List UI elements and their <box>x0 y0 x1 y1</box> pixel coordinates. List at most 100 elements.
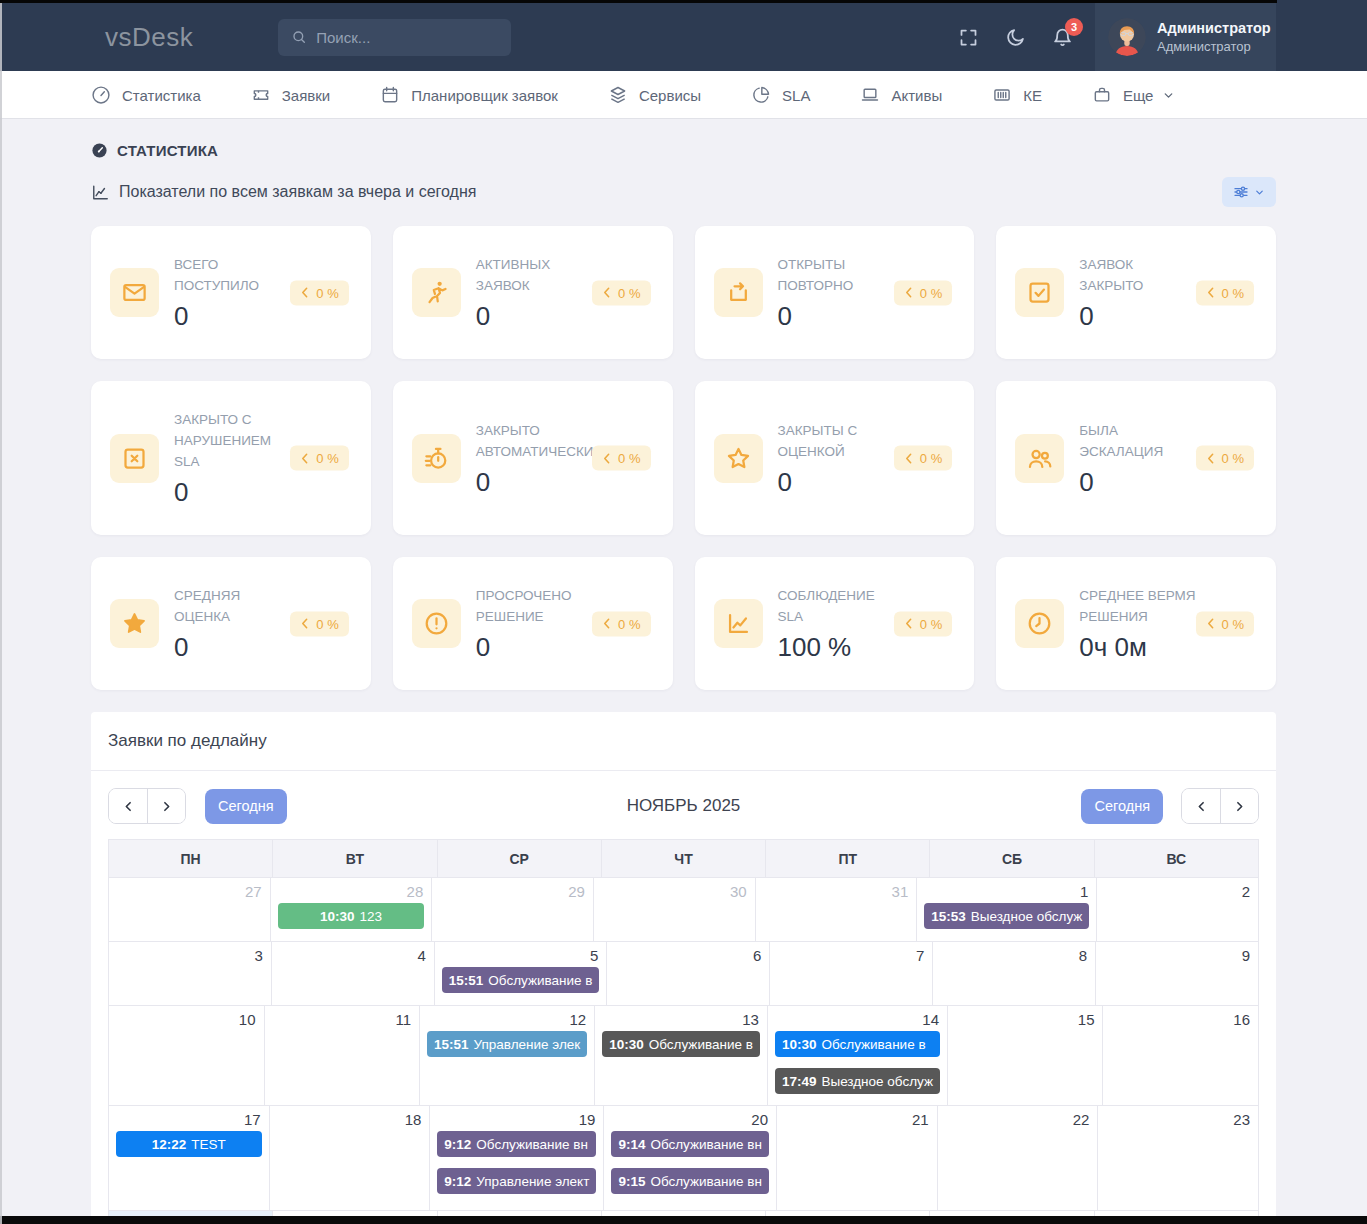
menu-item-more[interactable]: Еще <box>1092 85 1176 105</box>
calendar-event[interactable]: 10:30123 <box>278 903 425 929</box>
calendar-day-cell[interactable]: 10 <box>109 1006 265 1106</box>
day-number: 2 <box>1097 878 1258 903</box>
check-square-icon <box>1015 268 1064 317</box>
stat-card-value: 0 <box>1079 467 1254 497</box>
section-title-row: СТАТИСТИКА <box>91 142 1276 159</box>
calendar-event[interactable]: 17:49Выездное обслуж <box>775 1068 940 1094</box>
calendar-day-cell[interactable]: 2 <box>1097 878 1259 942</box>
calendar-day-cell[interactable]: 1410:30Обслуживание в17:49Выездное обслу… <box>768 1006 948 1106</box>
delta-value: 0 % <box>618 616 640 631</box>
search-input[interactable] <box>316 29 498 46</box>
calendar-day-cell[interactable]: 23 <box>1098 1106 1259 1211</box>
calendar-day-cell[interactable]: 18 <box>270 1106 431 1211</box>
calendar-day-cell[interactable]: 7 <box>770 942 933 1006</box>
calendar-event[interactable]: 9:12Обслуживание вн <box>437 1131 596 1157</box>
menu-item-tickets[interactable]: Заявки <box>251 85 330 105</box>
calendar-week-row: 34515:51Обслуживание в6789 <box>109 942 1259 1006</box>
calendar-day-cell[interactable]: 31 <box>756 878 918 942</box>
calendar-day-cell[interactable]: 2810:30123 <box>271 878 433 942</box>
app-logo[interactable]: vsDesk <box>105 22 193 53</box>
chevron-left-icon <box>602 452 611 464</box>
stat-card-delta-badge: 0 % <box>894 446 952 471</box>
calendar-prev-button-right[interactable] <box>1182 789 1220 823</box>
calendar-week-row: 10111215:51Управление элек1310:30Обслужи… <box>109 1006 1259 1106</box>
chevron-left-icon <box>300 287 309 299</box>
day-number: 12 <box>420 1006 594 1031</box>
calendar-day-cell[interactable]: 11 <box>265 1006 421 1106</box>
calendar-day-cell[interactable]: 21 <box>777 1106 938 1211</box>
envelope-icon <box>110 268 159 317</box>
calendar-day-cell[interactable]: 115:53Выездное обслуж <box>917 878 1097 942</box>
day-number: 23 <box>1098 1106 1258 1131</box>
day-number: 29 <box>432 878 593 903</box>
calendar-day-headers: ПНВТСРЧТПТСБВС <box>109 840 1259 878</box>
calendar-day-cell[interactable]: 15 <box>948 1006 1104 1106</box>
today-button-right[interactable]: Сегодня <box>1081 789 1163 824</box>
calendar-event[interactable]: 9:12Управление элект <box>437 1168 596 1194</box>
notifications-bell-icon[interactable]: 3 <box>1052 27 1073 48</box>
calendar-next-button[interactable] <box>147 789 185 823</box>
calendar-event[interactable]: 9:15Обслуживание вн <box>611 1168 769 1194</box>
calendar-day-cell[interactable]: 9 <box>1096 942 1259 1006</box>
calendar-day-cell[interactable]: 515:51Обслуживание в <box>435 942 608 1006</box>
menu-item-assets[interactable]: Активы <box>860 85 942 105</box>
event-time: 10:30 <box>609 1037 644 1052</box>
notification-badge: 3 <box>1065 18 1083 36</box>
menu-item-sla[interactable]: SLA <box>751 85 810 105</box>
calendar-day-cell[interactable]: 29 <box>432 878 594 942</box>
calendar-next-button-right[interactable] <box>1220 789 1258 823</box>
calendar-day-cell[interactable]: 6 <box>607 942 770 1006</box>
calendar-day-cell[interactable]: 22 <box>938 1106 1099 1211</box>
stat-card: ВСЕГО ПОСТУПИЛО 0 0 % <box>91 226 371 359</box>
event-title: Обслуживание в <box>821 1037 925 1052</box>
barcode-icon <box>992 85 1012 105</box>
calendar-event[interactable]: 10:30Обслуживание в <box>602 1031 760 1057</box>
calendar-day-cell[interactable]: 1712:22TEST <box>109 1106 270 1211</box>
laptop-icon <box>860 85 880 105</box>
event-time: 15:51 <box>449 973 484 988</box>
event-time: 9:15 <box>618 1174 645 1189</box>
today-button-left[interactable]: Сегодня <box>205 789 287 824</box>
menu-item-label: SLA <box>782 87 810 104</box>
delta-value: 0 % <box>920 451 942 466</box>
stat-card-delta-badge: 0 % <box>592 280 650 305</box>
calendar-event[interactable]: 15:51Обслуживание в <box>442 967 600 993</box>
menu-item-label: Активы <box>891 87 942 104</box>
calendar-event[interactable]: 10:30Обслуживание в <box>775 1031 940 1057</box>
calendar-event[interactable]: 15:53Выездное обслуж <box>924 903 1089 929</box>
dark-mode-icon[interactable] <box>1005 27 1026 48</box>
stat-card-value: 0 <box>476 301 651 331</box>
day-number: 7 <box>770 942 932 967</box>
menu-item-ke[interactable]: КЕ <box>992 85 1042 105</box>
calendar-day-cell[interactable]: 16 <box>1103 1006 1259 1106</box>
calendar-day-cell[interactable]: 1215:51Управление элек <box>420 1006 595 1106</box>
calendar-event[interactable]: 12:22TEST <box>116 1131 262 1157</box>
calendar-day-cell[interactable]: 30 <box>594 878 756 942</box>
menu-item-statistics[interactable]: Статистика <box>91 85 201 105</box>
calendar-prev-button[interactable] <box>109 789 147 823</box>
menu-item-services[interactable]: Сервисы <box>608 85 701 105</box>
calendar-table: ПНВТСРЧТПТСБВС 272810:30123293031115:53В… <box>108 839 1259 1224</box>
day-number: 18 <box>270 1106 430 1131</box>
calendar-day-cell[interactable]: 199:12Обслуживание вн9:12Управление элек… <box>430 1106 604 1211</box>
calendar-day-cell[interactable]: 209:14Обслуживание вн9:15Обслуживание вн <box>604 1106 777 1211</box>
stat-card: ПРОСРОЧЕНО РЕШЕНИЕ 0 0 % <box>393 557 673 690</box>
chevron-left-icon <box>904 618 913 630</box>
calendar-day-cell[interactable]: 27 <box>109 878 271 942</box>
fullscreen-icon[interactable] <box>958 27 979 48</box>
calendar-event[interactable]: 9:14Обслуживание вн <box>611 1131 769 1157</box>
menu-item-planner[interactable]: Планировщик заявок <box>380 85 558 105</box>
calendar-day-header: СБ <box>930 840 1094 878</box>
day-number: 3 <box>109 942 271 967</box>
stat-card-value: 0 <box>476 467 651 497</box>
stat-card-value: 0ч 0м <box>1079 632 1254 662</box>
calendar-day-cell[interactable]: 4 <box>272 942 435 1006</box>
calendar-event[interactable]: 15:51Управление элек <box>427 1031 587 1057</box>
stats-filter-button[interactable] <box>1222 177 1276 207</box>
runner-icon <box>412 268 461 317</box>
calendar-day-cell[interactable]: 1310:30Обслуживание в <box>595 1006 768 1106</box>
calendar-day-cell[interactable]: 8 <box>933 942 1096 1006</box>
page-title: СТАТИСТИКА <box>117 142 218 159</box>
user-menu[interactable]: Администратор Администратор <box>1095 3 1276 71</box>
calendar-day-cell[interactable]: 3 <box>109 942 272 1006</box>
